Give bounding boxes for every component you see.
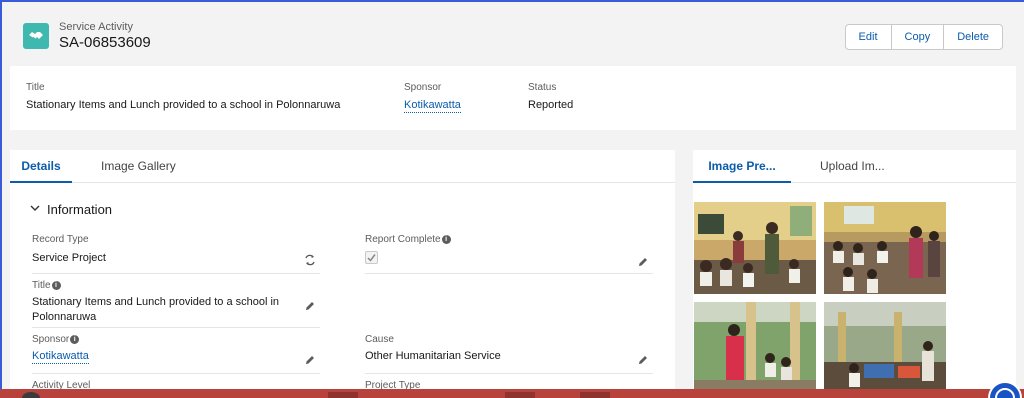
info-icon[interactable]: i — [441, 235, 451, 244]
pencil-edit-icon[interactable] — [304, 300, 316, 312]
title-label: Title — [32, 280, 51, 291]
record-type-label: Record Type — [32, 234, 89, 245]
help-icon — [995, 388, 1015, 398]
section-information-toggle[interactable]: Information — [30, 202, 112, 217]
record-type-value: Service Project — [32, 252, 106, 264]
pencil-edit-icon[interactable] — [637, 354, 649, 366]
chevron-down-icon — [30, 203, 40, 216]
bottom-utility-bar — [0, 389, 1024, 398]
highlights-panel: Title Stationary Items and Lunch provide… — [10, 66, 1016, 130]
sponsor-link[interactable]: Kotikawatta — [32, 350, 89, 364]
sponsor-label-row: Sponsor i — [32, 334, 320, 345]
field-sponsor: Sponsor i Kotikawatta — [32, 334, 320, 374]
gallery-photo[interactable] — [824, 302, 946, 394]
report-complete-label-row: Report Complete i — [365, 234, 653, 245]
tab-image-gallery[interactable]: Image Gallery — [101, 150, 176, 183]
change-record-type-icon[interactable] — [304, 254, 316, 266]
field-report-complete: Report Complete i — [365, 234, 653, 274]
field-record-type: Record Type Service Project — [32, 234, 320, 274]
highlight-title: Title Stationary Items and Lunch provide… — [26, 82, 340, 111]
highlight-sponsor-link[interactable]: Kotikawatta — [404, 99, 461, 113]
pencil-edit-icon[interactable] — [304, 354, 316, 366]
image-card: Image Pre... Upload Im... — [693, 150, 1016, 398]
highlight-status-label: Status — [528, 82, 557, 93]
gallery-photo[interactable] — [694, 302, 816, 394]
taskbar-item — [580, 392, 610, 398]
taskbar-item — [505, 392, 535, 398]
highlight-title-label: Title — [26, 82, 45, 93]
details-tabs: Details Image Gallery — [10, 150, 675, 183]
tab-upload-image[interactable]: Upload Im... — [820, 150, 885, 183]
details-card: Details Image Gallery Information Record… — [10, 150, 675, 398]
record-actions: Edit Copy Delete — [844, 24, 1003, 50]
window-border-top — [0, 0, 1024, 2]
info-icon[interactable]: i — [51, 281, 61, 290]
delete-button[interactable]: Delete — [943, 25, 1002, 49]
gallery-photo[interactable] — [694, 202, 816, 294]
service-activity-handshake-icon — [23, 23, 49, 49]
checkmark-icon — [367, 254, 376, 262]
sponsor-label: Sponsor — [32, 334, 70, 345]
highlight-status: Status Reported — [528, 82, 573, 111]
gallery-photo[interactable] — [824, 202, 946, 294]
title-value: Stationary Items and Lunch provided to a… — [32, 296, 280, 323]
pencil-edit-icon[interactable] — [637, 256, 649, 268]
window-border-left — [0, 0, 2, 398]
highlight-sponsor: Sponsor Kotikawatta — [404, 82, 461, 113]
report-complete-checkbox — [365, 251, 378, 264]
record-header: Service Activity SA-06853609 Edit Copy D… — [10, 12, 1016, 64]
edit-button[interactable]: Edit — [846, 25, 891, 49]
utility-bar-icon[interactable] — [22, 392, 40, 398]
taskbar-item — [328, 392, 358, 398]
image-tabs: Image Pre... Upload Im... — [693, 150, 1016, 183]
highlight-title-value: Stationary Items and Lunch provided to a… — [26, 99, 341, 111]
section-information-title: Information — [47, 202, 113, 217]
highlight-status-value: Reported — [528, 99, 574, 111]
record-name: SA-06853609 — [59, 34, 151, 51]
tab-details[interactable]: Details — [10, 150, 72, 183]
object-type-label: Service Activity — [59, 21, 133, 33]
info-icon[interactable]: i — [70, 335, 80, 344]
tab-image-preview[interactable]: Image Pre... — [693, 150, 791, 183]
cause-value: Other Humanitarian Service — [365, 350, 501, 362]
report-complete-label: Report Complete — [365, 234, 441, 245]
field-title: Title i Stationary Items and Lunch provi… — [32, 280, 320, 328]
highlight-sponsor-label: Sponsor — [404, 82, 442, 93]
field-cause: Cause Other Humanitarian Service — [365, 334, 653, 374]
title-label-row: Title i — [32, 280, 320, 291]
copy-button[interactable]: Copy — [890, 25, 944, 49]
cause-label: Cause — [365, 334, 394, 345]
